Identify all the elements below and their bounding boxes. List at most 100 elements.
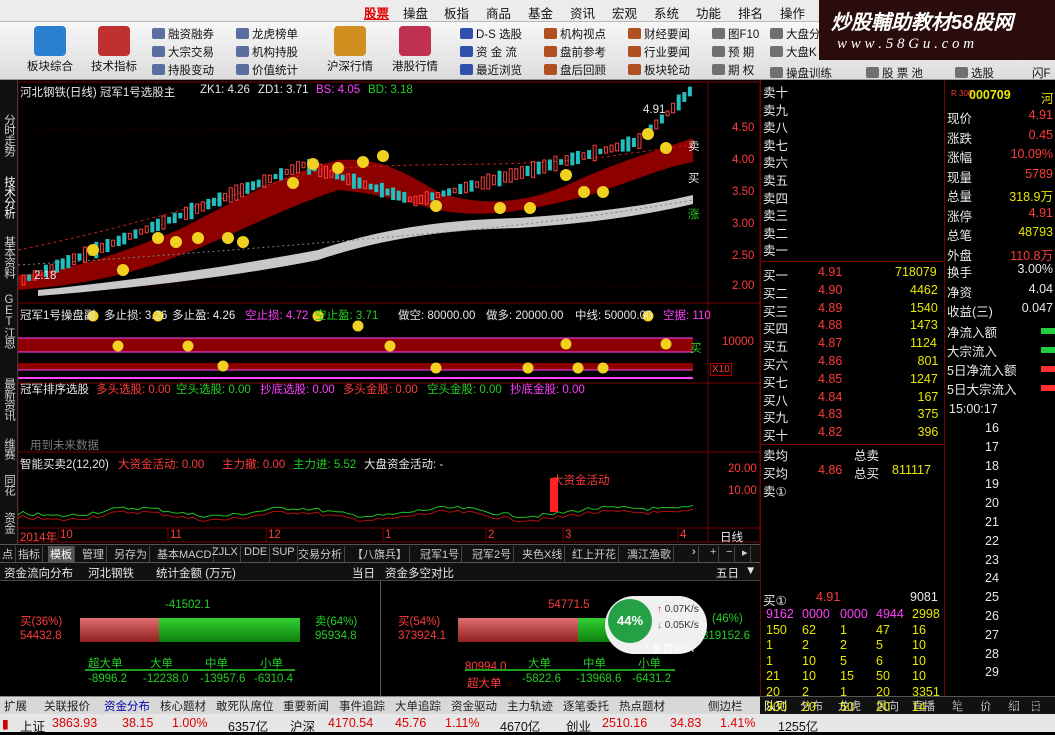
buy-row[interactable]: 买九 4.83 375 <box>760 407 945 425</box>
menu-tab-ranking[interactable]: 排名 <box>738 3 763 22</box>
finance-news-button[interactable]: 财经要闻 <box>628 25 690 42</box>
tab-trade-analysis[interactable]: 交易分析 <box>296 546 345 562</box>
buy-row[interactable]: 买三 4.89 1540 <box>760 301 945 319</box>
tech-indicator-button[interactable]: 技术指标 <box>84 24 144 78</box>
status-dare-seat[interactable]: 敢死队席位 <box>216 698 274 714</box>
left-tab-tonghua[interactable]: 同花 <box>1 474 17 495</box>
hk-quote-button[interactable]: 港股行情 <box>385 24 445 78</box>
tab-lijiang[interactable]: 漓江渔歌 <box>625 546 674 562</box>
flow-row[interactable]: 5日净流入额 <box>945 360 1055 379</box>
buy-row[interactable]: 买一 4.91 718079 <box>760 265 945 283</box>
tab-scroll-icon[interactable]: ▸ <box>740 546 751 562</box>
status-important-news[interactable]: 重要新闻 <box>283 698 329 714</box>
trade-training-button[interactable]: 操盘训练 <box>770 64 832 81</box>
buy-row[interactable]: 买二 4.90 4462 <box>760 283 945 301</box>
tab-minus-icon[interactable]: − <box>724 546 736 562</box>
tab-red-flower[interactable]: 红上开花 <box>570 546 619 562</box>
buy-row[interactable]: 买八 4.84 167 <box>760 390 945 408</box>
postmarket-button[interactable]: 盘后回顾 <box>544 61 606 78</box>
menu-tab-system[interactable]: 系统 <box>654 3 679 22</box>
capital-flow-button[interactable]: 资 金 流 <box>460 43 517 60</box>
status-order-by-order[interactable]: 逐笔委托 <box>563 698 609 714</box>
status-related-quote[interactable]: 关联报价 <box>44 698 90 714</box>
sector-overview-button[interactable]: 板块综合 <box>20 24 80 78</box>
menu-tab-commodity[interactable]: 商品 <box>486 3 511 22</box>
status-hot-topic[interactable]: 热点题材 <box>619 698 665 714</box>
sector-rotation-button[interactable]: 板块轮动 <box>628 61 690 78</box>
left-tab-capital[interactable]: 资金 <box>1 512 17 533</box>
menu-tab-index[interactable]: 板指 <box>444 3 469 22</box>
flow-row[interactable]: 净流入额 <box>945 322 1055 341</box>
status-event-track[interactable]: 事件追踪 <box>339 698 385 714</box>
hs-label[interactable]: 沪深 <box>290 716 315 735</box>
period-selector[interactable]: 日线 <box>720 529 743 545</box>
margin-trading-button[interactable]: 融资融券 <box>152 25 214 42</box>
shsz-quote-button[interactable]: 沪深行情 <box>320 24 380 78</box>
industry-news-button[interactable]: 行业要闻 <box>628 43 690 60</box>
stock-select-button[interactable]: 选股 <box>955 64 994 81</box>
recent-browse-button[interactable]: 最近浏览 <box>460 61 522 78</box>
left-tab-weisai[interactable]: 维赛 <box>1 438 17 459</box>
value-stat-button[interactable]: 价值统计 <box>236 61 298 78</box>
tab-zjlx[interactable]: ZJLX <box>210 546 241 562</box>
buy-row[interactable]: 买五 4.87 1124 <box>760 336 945 354</box>
menu-tab-stock[interactable]: 股票 <box>364 3 389 22</box>
tab-template[interactable]: 模板 <box>48 546 75 562</box>
tab-eight-flags[interactable]: 【八旗兵】 <box>350 546 410 562</box>
buy-row[interactable]: 买六 4.86 801 <box>760 354 945 372</box>
tab-next-icon[interactable]: › <box>690 546 699 562</box>
menu-tab-macro[interactable]: 宏观 <box>612 3 637 22</box>
tab-dde[interactable]: DDE <box>242 546 271 562</box>
ds-select-button[interactable]: D-S 选股 <box>460 25 522 42</box>
left-tab-technical[interactable]: 技术分析 <box>1 176 17 218</box>
tab-save-as[interactable]: 另存为 <box>112 546 150 562</box>
tab-manage[interactable]: 管理 <box>80 546 107 562</box>
tab-dot[interactable]: 点 <box>0 546 16 562</box>
stock-pool-button[interactable]: 股 票 池 <box>866 64 923 81</box>
institution-view-button[interactable]: 机构视点 <box>544 25 606 42</box>
flash-f-button[interactable]: 闪F <box>1032 64 1051 81</box>
cy-label[interactable]: 创业 <box>566 716 591 735</box>
tab-sup[interactable]: SUP <box>270 546 298 562</box>
flow-row[interactable]: 大宗流入 <box>945 341 1055 360</box>
menu-tab-operation[interactable]: 操作 <box>780 3 805 22</box>
flow-day[interactable]: 当日 <box>352 565 375 581</box>
options-button[interactable]: 期 权 <box>712 61 754 78</box>
status-main-track[interactable]: 主力轨迹 <box>507 698 553 714</box>
menu-tab-function[interactable]: 功能 <box>696 3 721 22</box>
status-capital-dist[interactable]: 资金分布 <box>104 698 150 714</box>
flow-row[interactable]: 5日大宗流入 <box>945 379 1055 398</box>
dragon-tiger-button[interactable]: 龙虎榜单 <box>236 25 298 42</box>
tab-champion-2[interactable]: 冠军2号 <box>470 546 515 562</box>
status-core-topic[interactable]: 核心题材 <box>160 698 206 714</box>
market-k-button[interactable]: 大盘K <box>770 43 817 60</box>
market-split-button[interactable]: 大盘分 <box>770 25 821 42</box>
status-expand[interactable]: 扩展 <box>4 698 27 714</box>
flow-days[interactable]: 五日 <box>716 565 739 581</box>
holding-change-button[interactable]: 持股变动 <box>152 61 214 78</box>
left-tab-fundamental[interactable]: 基本资料 <box>1 236 17 278</box>
buy-row[interactable]: 买七 4.85 1247 <box>760 372 945 390</box>
tab-color-x[interactable]: 夹色X线 <box>520 546 566 562</box>
institution-holding-button[interactable]: 机构持股 <box>236 43 298 60</box>
tab-champion-1[interactable]: 冠军1号 <box>418 546 463 562</box>
buy-row[interactable]: 买四 4.88 1473 <box>760 318 945 336</box>
left-tab-intraday[interactable]: 分时走势 <box>1 114 17 156</box>
forecast-button[interactable]: 预 期 <box>712 43 754 60</box>
f10-button[interactable]: 图F10 <box>712 25 759 42</box>
buy-row[interactable]: 买十 4.82 396 <box>760 425 945 443</box>
menu-tab-fund[interactable]: 基金 <box>528 3 553 22</box>
menu-tab-trade[interactable]: 操盘 <box>403 3 428 22</box>
block-trade-button[interactable]: 大宗交易 <box>152 43 214 60</box>
tab-macd[interactable]: 基本MACD <box>155 546 215 562</box>
premarket-button[interactable]: 盘前参考 <box>544 43 606 60</box>
left-tab-gann[interactable]: GET江恩 <box>1 294 17 348</box>
tab-indicator[interactable]: 指标 <box>16 546 43 562</box>
menu-tab-news[interactable]: 资讯 <box>570 3 595 22</box>
status-capital-drive[interactable]: 资金驱动 <box>451 698 497 714</box>
sh-label[interactable]: 上证 <box>20 716 45 735</box>
tab-add-icon[interactable]: + <box>708 546 720 562</box>
status-big-order[interactable]: 大单追踪 <box>395 698 441 714</box>
left-tab-news[interactable]: 最新资讯 <box>1 378 17 420</box>
status-sidebar[interactable]: 侧边栏 <box>708 698 743 714</box>
